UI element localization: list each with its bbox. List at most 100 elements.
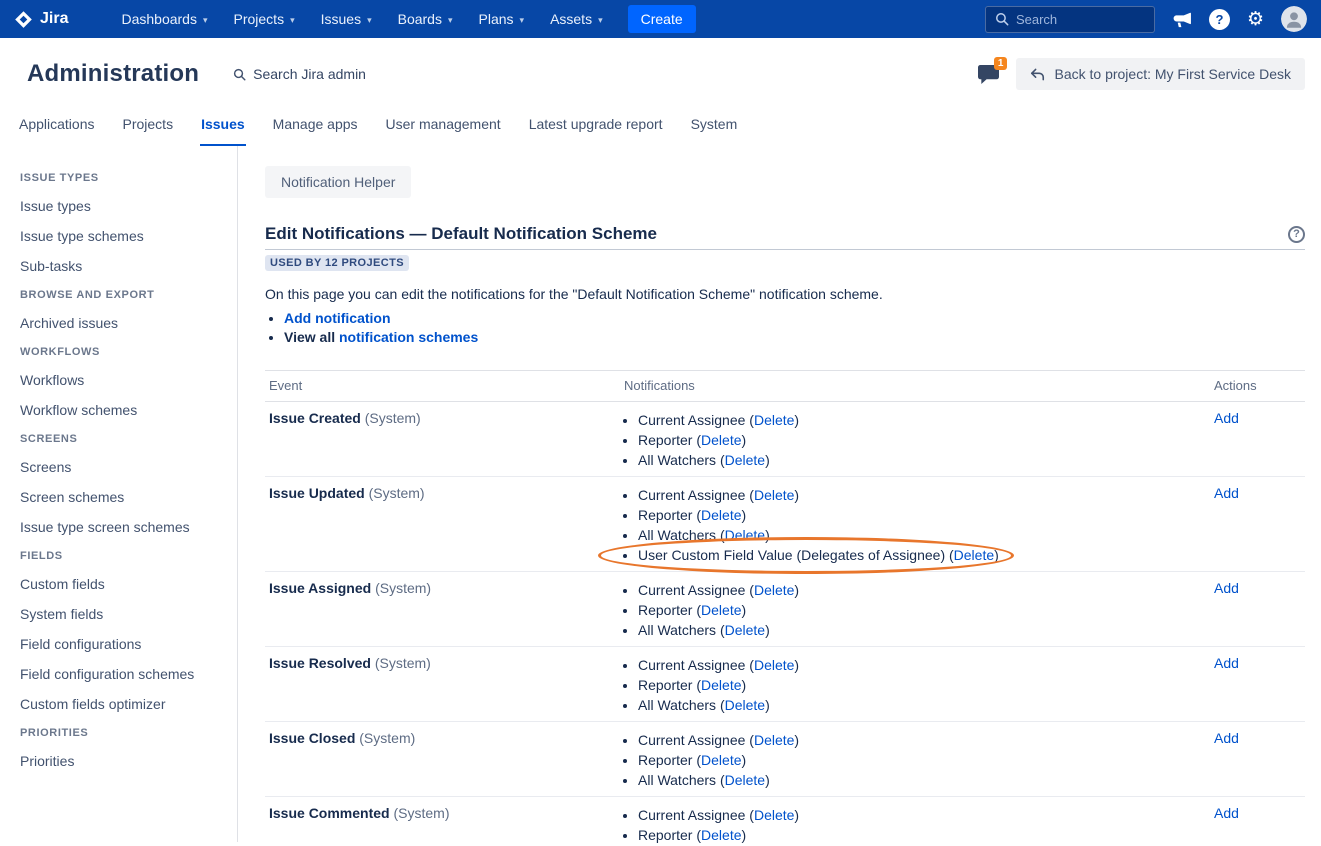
- search-icon: [995, 12, 1009, 26]
- table-row-issue-resolved: Issue Resolved (System)Current Assignee …: [265, 647, 1305, 722]
- menu-label: Projects: [234, 11, 285, 27]
- notification-list: Current Assignee (Delete)Reporter (Delet…: [624, 655, 1206, 715]
- admin-search[interactable]: Search Jira admin: [233, 66, 366, 82]
- delete-link[interactable]: Delete: [701, 677, 741, 693]
- delete-link[interactable]: Delete: [725, 622, 765, 638]
- tab-applications[interactable]: Applications: [18, 112, 96, 146]
- topbar-menu-plans[interactable]: Plans▾: [466, 0, 538, 38]
- tab-manage-apps[interactable]: Manage apps: [272, 112, 359, 146]
- topbar-menu-dashboards[interactable]: Dashboards▾: [108, 0, 220, 38]
- delete-link[interactable]: Delete: [725, 527, 765, 543]
- sidebar-item-priorities[interactable]: Priorities: [20, 753, 225, 770]
- top-navbar: Jira Dashboards▾Projects▾Issues▾Boards▾P…: [0, 0, 1321, 38]
- sidebar-item-workflows[interactable]: Workflows: [20, 372, 225, 389]
- delete-link[interactable]: Delete: [701, 507, 741, 523]
- notification-item: Reporter (Delete): [638, 750, 1206, 770]
- delete-link[interactable]: Delete: [754, 582, 794, 598]
- sidebar-item-system-fields[interactable]: System fields: [20, 606, 225, 623]
- chevron-down-icon: ▾: [367, 15, 372, 26]
- sidebar-item-archived-issues[interactable]: Archived issues: [20, 315, 225, 332]
- admin-header-right: 1 Back to project: My First Service Desk: [977, 58, 1305, 90]
- add-link[interactable]: Add: [1214, 580, 1239, 596]
- notification-label: Reporter (: [638, 827, 701, 843]
- admin-notifications-icon[interactable]: 1: [977, 64, 1000, 85]
- tab-latest-upgrade-report[interactable]: Latest upgrade report: [528, 112, 664, 146]
- sidebar-item-issue-type-screen-schemes[interactable]: Issue type screen schemes: [20, 519, 225, 536]
- sidebar-item-issue-type-schemes[interactable]: Issue type schemes: [20, 228, 225, 245]
- sidebar-item-issue-types[interactable]: Issue types: [20, 198, 225, 215]
- sidebar-section-fields: FIELDS: [20, 550, 225, 563]
- menu-label: Assets: [550, 11, 592, 27]
- jira-logo[interactable]: Jira: [14, 10, 68, 29]
- tab-system[interactable]: System: [690, 112, 739, 146]
- divider: [265, 249, 1305, 250]
- delete-link[interactable]: Delete: [954, 547, 994, 563]
- delete-link[interactable]: Delete: [754, 487, 794, 503]
- sidebar-item-field-configuration-schemes[interactable]: Field configuration schemes: [20, 666, 225, 683]
- event-suffix: (System): [355, 730, 415, 746]
- delete-link[interactable]: Delete: [701, 432, 741, 448]
- announcement-icon[interactable]: [1172, 11, 1192, 28]
- notification-item: Current Assignee (Delete): [638, 805, 1206, 825]
- topbar-menu-projects[interactable]: Projects▾: [221, 0, 308, 38]
- sidebar-item-screens[interactable]: Screens: [20, 459, 225, 476]
- add-link[interactable]: Add: [1214, 655, 1239, 671]
- topbar-menu-issues[interactable]: Issues▾: [308, 0, 385, 38]
- global-search-input[interactable]: [1016, 12, 1145, 27]
- delete-link[interactable]: Delete: [725, 772, 765, 788]
- action-bullet: View all notification schemes: [284, 328, 1305, 347]
- notification-label: All Watchers (: [638, 452, 725, 468]
- actions-cell: Add: [1210, 797, 1305, 846]
- sidebar-item-field-configurations[interactable]: Field configurations: [20, 636, 225, 653]
- tab-issues[interactable]: Issues: [200, 112, 246, 146]
- global-search[interactable]: [985, 6, 1155, 33]
- delete-link[interactable]: Delete: [754, 412, 794, 428]
- delete-link[interactable]: Delete: [754, 807, 794, 823]
- actions-cell: Add: [1210, 402, 1305, 477]
- delete-link[interactable]: Delete: [725, 452, 765, 468]
- notification-helper-button[interactable]: Notification Helper: [265, 166, 411, 198]
- notification-label: Reporter (: [638, 752, 701, 768]
- admin-tabs: Applications Projects Issues Manage apps Use…: [0, 108, 1321, 146]
- notification-label: All Watchers (: [638, 622, 725, 638]
- event-name: Issue Created: [269, 410, 361, 426]
- notification-item: Reporter (Delete): [638, 505, 1206, 525]
- sidebar-item-custom-fields[interactable]: Custom fields: [20, 576, 225, 593]
- link-notification-schemes[interactable]: notification schemes: [339, 329, 478, 345]
- topbar-menu-assets[interactable]: Assets▾: [537, 0, 616, 38]
- notification-list: Current Assignee (Delete)Reporter (Delet…: [624, 730, 1206, 790]
- delete-link[interactable]: Delete: [701, 602, 741, 618]
- chevron-down-icon: ▾: [203, 15, 208, 26]
- gear-icon[interactable]: ⚙: [1247, 10, 1264, 29]
- tab-user-management[interactable]: User management: [385, 112, 502, 146]
- add-link[interactable]: Add: [1214, 730, 1239, 746]
- delete-link[interactable]: Delete: [701, 752, 741, 768]
- link-add-notification[interactable]: Add notification: [284, 310, 391, 326]
- sidebar-item-custom-fields-optimizer[interactable]: Custom fields optimizer: [20, 696, 225, 713]
- add-link[interactable]: Add: [1214, 410, 1239, 426]
- heading-row: Edit Notifications — Default Notificatio…: [265, 224, 1305, 244]
- topbar-menu-boards[interactable]: Boards▾: [385, 0, 466, 38]
- avatar[interactable]: [1281, 6, 1307, 32]
- admin-header: Administration Search Jira admin 1 Back …: [0, 38, 1321, 108]
- notifications-cell: Current Assignee (Delete)Reporter (Delet…: [620, 572, 1210, 647]
- notification-label: Current Assignee (: [638, 657, 754, 673]
- table-row-issue-closed: Issue Closed (System)Current Assignee (D…: [265, 722, 1305, 797]
- sidebar-item-workflow-schemes[interactable]: Workflow schemes: [20, 402, 225, 419]
- back-to-project-button[interactable]: Back to project: My First Service Desk: [1016, 58, 1305, 90]
- help-circle-icon[interactable]: ?: [1288, 226, 1305, 243]
- column-header-notifications: Notifications: [620, 371, 1210, 402]
- tab-projects[interactable]: Projects: [122, 112, 175, 146]
- add-link[interactable]: Add: [1214, 485, 1239, 501]
- help-icon[interactable]: ?: [1209, 9, 1230, 30]
- notifications-table: EventNotificationsActions Issue Created …: [265, 370, 1305, 846]
- delete-link[interactable]: Delete: [701, 827, 741, 843]
- sidebar-item-screen-schemes[interactable]: Screen schemes: [20, 489, 225, 506]
- add-link[interactable]: Add: [1214, 805, 1239, 821]
- admin-layout: ISSUE TYPESIssue typesIssue type schemes…: [0, 146, 1321, 842]
- create-button[interactable]: Create: [628, 5, 696, 33]
- delete-link[interactable]: Delete: [725, 697, 765, 713]
- delete-link[interactable]: Delete: [754, 657, 794, 673]
- delete-link[interactable]: Delete: [754, 732, 794, 748]
- sidebar-item-sub-tasks[interactable]: Sub-tasks: [20, 258, 225, 275]
